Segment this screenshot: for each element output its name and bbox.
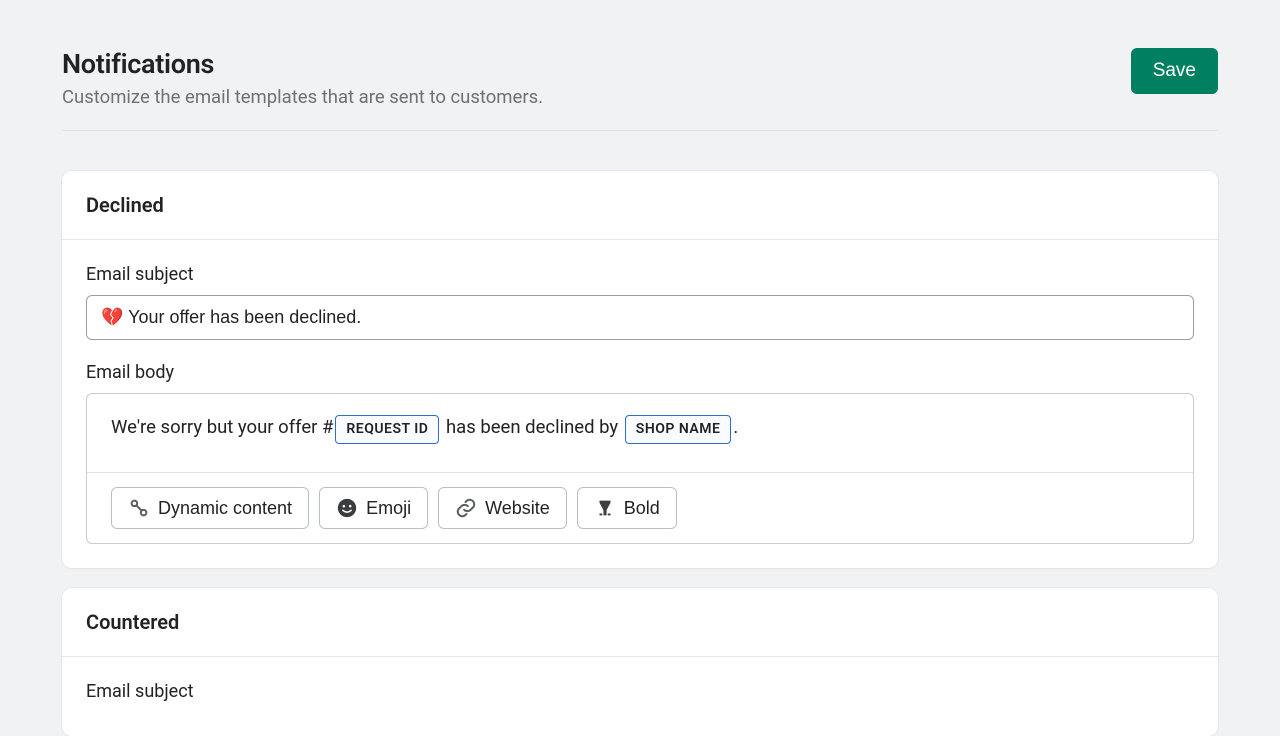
page-title: Notifications (62, 48, 543, 80)
email-subject-label: Email subject (86, 264, 1194, 285)
card-countered: Countered Email subject (62, 588, 1218, 736)
body-text: . (733, 416, 738, 438)
bold-button[interactable]: Bold (577, 487, 677, 529)
link-icon (455, 497, 477, 519)
body-text: has been declined by (441, 416, 622, 438)
page-header: Notifications Customize the email templa… (62, 48, 1218, 131)
save-button[interactable]: Save (1131, 48, 1218, 94)
email-body-content[interactable]: We're sorry but your offer #REQUEST ID h… (87, 394, 1193, 472)
email-subject-input[interactable] (86, 295, 1194, 340)
emoji-icon (336, 497, 358, 519)
email-subject-label: Email subject (86, 681, 1194, 702)
email-body-label: Email body (86, 362, 1194, 383)
website-button[interactable]: Website (438, 487, 567, 529)
button-label: Emoji (366, 498, 411, 519)
button-label: Dynamic content (158, 498, 292, 519)
emoji-button[interactable]: Emoji (319, 487, 428, 529)
token-request-id[interactable]: REQUEST ID (335, 415, 439, 444)
dynamic-content-icon (128, 497, 150, 519)
page-subtitle: Customize the email templates that are s… (62, 86, 543, 108)
button-label: Website (485, 498, 550, 519)
card-declined: Declined Email subject Email body We're … (62, 171, 1218, 568)
email-body-editor[interactable]: We're sorry but your offer #REQUEST ID h… (86, 393, 1194, 544)
card-title: Countered (86, 610, 1194, 634)
editor-toolbar: Dynamic content Emoj (87, 472, 1193, 543)
button-label: Bold (624, 498, 660, 519)
token-shop-name[interactable]: SHOP NAME (625, 415, 732, 444)
card-title: Declined (86, 193, 1194, 217)
bold-icon (594, 497, 616, 519)
dynamic-content-button[interactable]: Dynamic content (111, 487, 309, 529)
body-text: We're sorry but your offer # (111, 416, 333, 438)
